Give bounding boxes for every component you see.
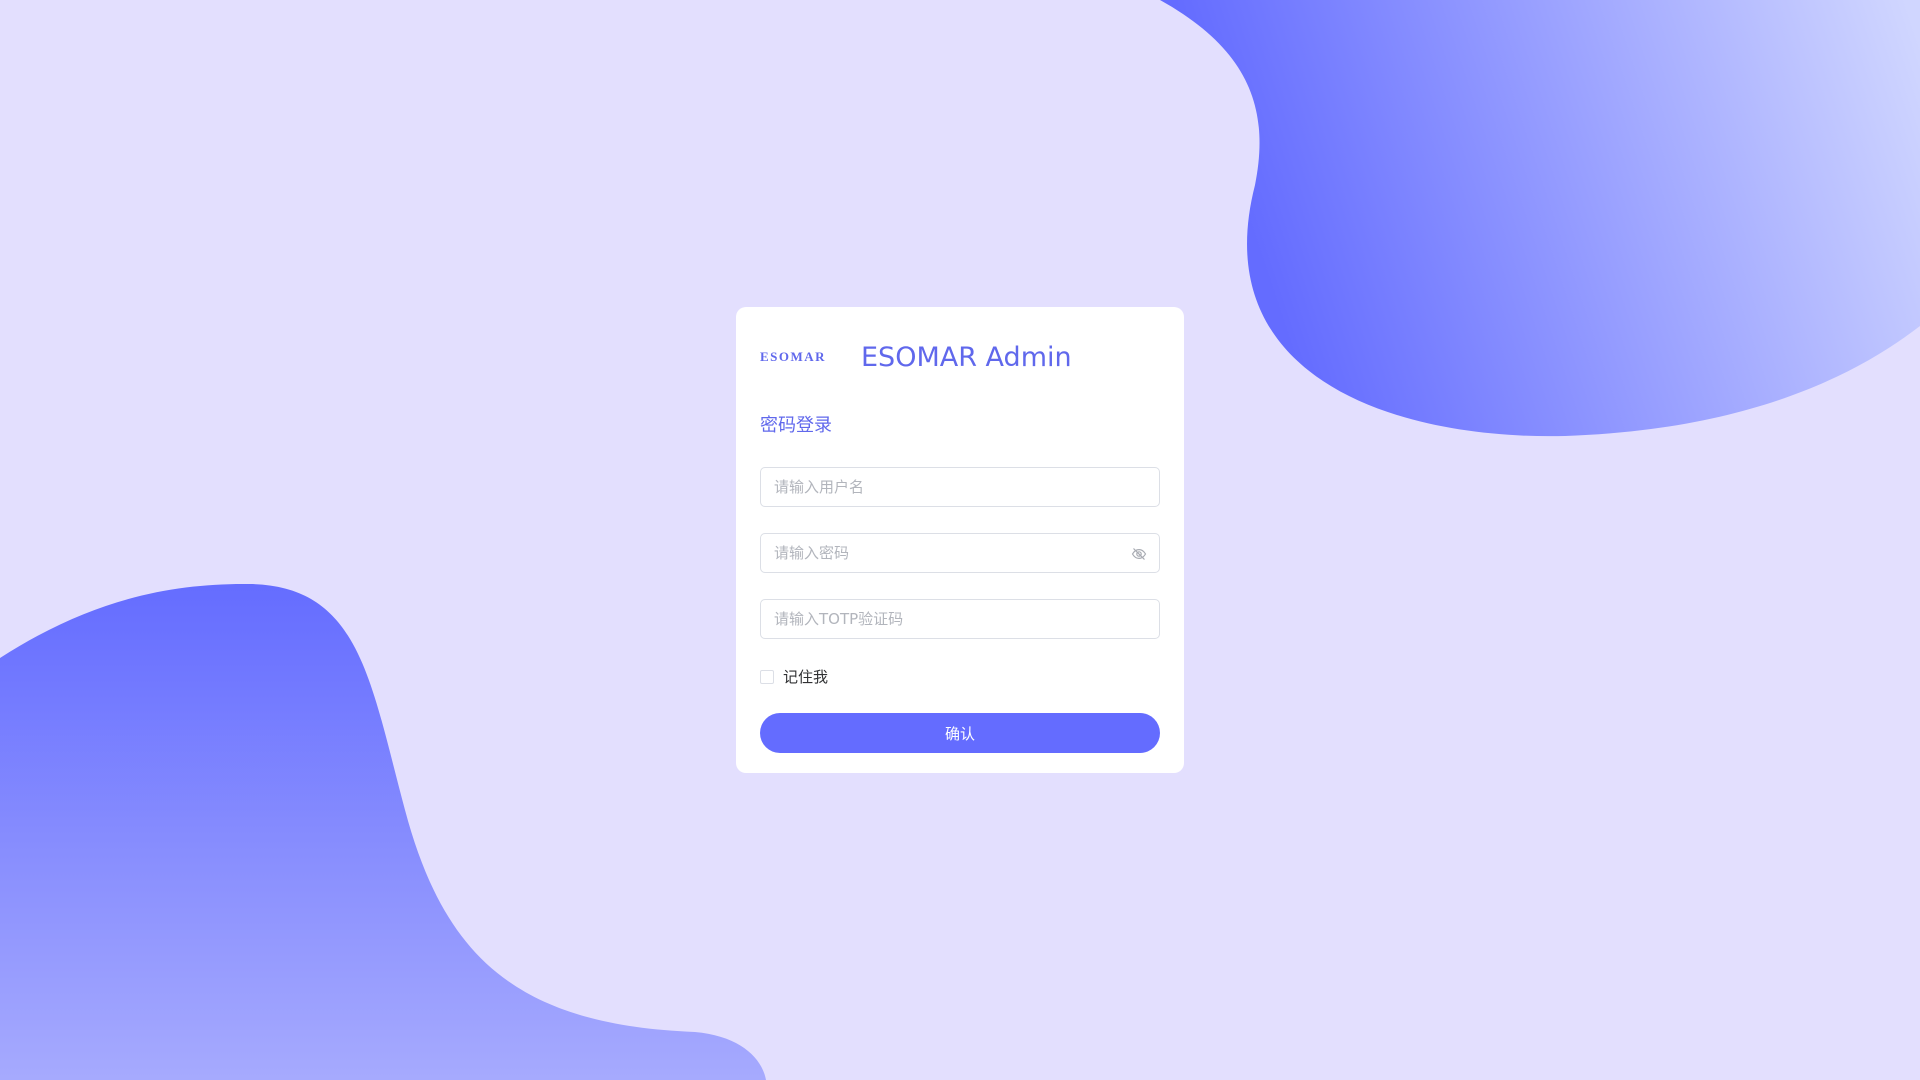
username-field-wrapper — [760, 467, 1160, 507]
esomar-logo: ESOMAR — [760, 349, 827, 364]
password-input[interactable] — [761, 534, 1159, 572]
totp-field-wrapper — [760, 599, 1160, 639]
totp-input[interactable] — [761, 600, 1159, 638]
login-card: ESOMAR ESOMAR Admin 密码登录 记住我 确认 — [736, 307, 1184, 773]
submit-button[interactable]: 确认 — [760, 713, 1160, 753]
username-input[interactable] — [761, 468, 1159, 506]
login-method-title: 密码登录 — [760, 415, 832, 436]
remember-me-label[interactable]: 记住我 — [783, 668, 828, 686]
app-title: ESOMAR Admin — [861, 342, 1072, 373]
remember-me-checkbox[interactable] — [760, 670, 774, 684]
bottom-left-blob — [0, 583, 766, 1080]
remember-me[interactable]: 记住我 — [760, 668, 828, 686]
top-right-blob — [1160, 0, 1920, 437]
eye-off-icon[interactable] — [1131, 546, 1147, 562]
password-field-wrapper — [760, 533, 1160, 573]
